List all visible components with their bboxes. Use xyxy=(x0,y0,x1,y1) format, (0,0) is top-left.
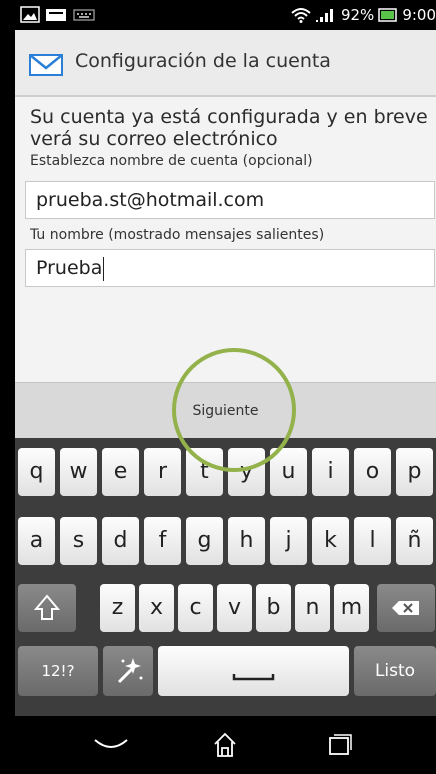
key-y[interactable]: y xyxy=(228,448,265,496)
setup-complete-message: Su cuenta ya está configurada y en breve… xyxy=(30,106,428,150)
key-g[interactable]: g xyxy=(186,517,223,565)
navigation-bar xyxy=(15,716,436,774)
mail-envelope-icon xyxy=(29,54,63,76)
key-t[interactable]: t xyxy=(186,448,223,496)
status-bar: 92% 9:00 xyxy=(15,0,436,30)
key-i[interactable]: i xyxy=(312,448,349,496)
account-name-input[interactable]: prueba.st@hotmail.com xyxy=(25,181,435,219)
key-r[interactable]: r xyxy=(144,448,181,496)
picture-notification-icon xyxy=(20,6,40,23)
back-icon[interactable] xyxy=(91,730,131,760)
shift-key[interactable] xyxy=(18,584,76,632)
key-u[interactable]: u xyxy=(270,448,307,496)
backspace-icon xyxy=(392,601,419,615)
key-k[interactable]: k xyxy=(312,517,349,565)
battery-percent: 92% xyxy=(340,6,375,24)
key-j[interactable]: j xyxy=(270,517,307,565)
sms-notification-icon xyxy=(46,9,66,21)
key-o[interactable]: o xyxy=(354,448,391,496)
shift-arrow-icon xyxy=(33,594,61,620)
magic-wand-icon xyxy=(117,658,143,684)
space-bar-icon xyxy=(232,674,275,681)
key-m[interactable]: m xyxy=(334,584,369,632)
key-x[interactable]: x xyxy=(139,584,174,632)
wifi-icon xyxy=(291,8,311,23)
your-name-value: Prueba xyxy=(36,257,103,279)
battery-icon xyxy=(378,8,398,22)
key-c[interactable]: c xyxy=(178,584,213,632)
status-bar-right: 92% 9:00 xyxy=(287,0,436,30)
phone-screen: 92% 9:00 Configuración de la cuenta Su c… xyxy=(15,0,436,774)
key-f[interactable]: f xyxy=(144,517,181,565)
key-n[interactable]: n xyxy=(295,584,330,632)
key-z[interactable]: z xyxy=(100,584,135,632)
bottom-action-bar: Siguiente xyxy=(15,382,436,439)
next-button[interactable]: Siguiente xyxy=(15,383,436,439)
key-a[interactable]: a xyxy=(18,517,55,565)
page-title: Configuración de la cuenta xyxy=(75,50,331,72)
clock: 9:00 xyxy=(402,6,436,24)
key-l[interactable]: l xyxy=(354,517,391,565)
key-w[interactable]: w xyxy=(60,448,97,496)
key-v[interactable]: v xyxy=(217,584,252,632)
key-s[interactable]: s xyxy=(60,517,97,565)
key-p[interactable]: p xyxy=(396,448,433,496)
home-icon[interactable] xyxy=(210,730,240,760)
on-screen-keyboard: qwertyuiop asdfghjklñ zxcvbnm 12!? Listo xyxy=(15,438,436,716)
recent-apps-icon[interactable] xyxy=(322,730,356,760)
signal-strength-icon xyxy=(315,9,333,22)
backspace-key[interactable] xyxy=(377,584,435,632)
magic-wand-key[interactable] xyxy=(103,646,153,696)
account-name-label: Establezca nombre de cuenta (opcional) xyxy=(30,153,313,169)
your-name-input[interactable]: Prueba xyxy=(25,249,435,287)
key-e[interactable]: e xyxy=(102,448,139,496)
app-bar: Configuración de la cuenta xyxy=(15,30,436,97)
done-key[interactable]: Listo xyxy=(354,646,436,696)
space-key[interactable] xyxy=(158,646,349,696)
key-h[interactable]: h xyxy=(228,517,265,565)
key-q[interactable]: q xyxy=(18,448,55,496)
key-b[interactable]: b xyxy=(256,584,291,632)
account-name-value: prueba.st@hotmail.com xyxy=(36,189,265,211)
text-cursor xyxy=(103,256,105,281)
account-setup-form: Su cuenta ya está configurada y en breve… xyxy=(15,97,436,382)
key-d[interactable]: d xyxy=(102,517,139,565)
symbols-key[interactable]: 12!? xyxy=(18,646,98,696)
your-name-label: Tu nombre (mostrado mensajes salientes) xyxy=(30,227,325,243)
key-ñ[interactable]: ñ xyxy=(396,517,433,565)
keyboard-notification-icon xyxy=(73,9,95,21)
